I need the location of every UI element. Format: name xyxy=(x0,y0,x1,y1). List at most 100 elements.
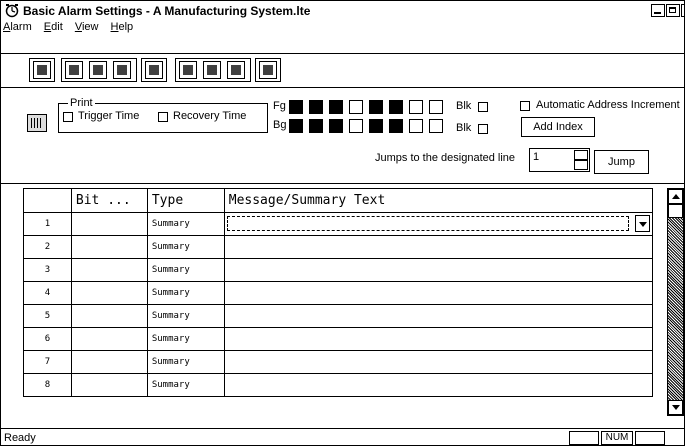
bg-color-swatch[interactable] xyxy=(429,119,443,133)
add-index-button[interactable]: Add Index xyxy=(521,117,595,137)
table-row[interactable]: 5 Summary xyxy=(23,304,654,328)
message-cell[interactable] xyxy=(223,281,654,305)
table-row[interactable]: 4 Summary xyxy=(23,281,654,305)
fg-color-swatch[interactable] xyxy=(409,100,423,114)
toolbar-group-undo xyxy=(141,58,167,82)
fg-blink-label: Blk xyxy=(456,100,472,112)
bit-cell[interactable] xyxy=(70,327,148,351)
fg-color-swatch[interactable] xyxy=(329,100,343,114)
save-icon[interactable] xyxy=(33,61,51,79)
copy-icon[interactable] xyxy=(89,61,107,79)
col-header-message[interactable]: Message/Summary Text xyxy=(223,188,654,213)
bg-color-swatch[interactable] xyxy=(409,119,423,133)
spin-down-button[interactable] xyxy=(574,160,588,170)
fg-color-swatch[interactable] xyxy=(309,100,323,114)
grid-icon[interactable] xyxy=(203,61,221,79)
message-cell[interactable] xyxy=(223,304,654,328)
bg-label: Bg xyxy=(273,119,287,131)
title-bar[interactable]: Basic Alarm Settings - A Manufacturing S… xyxy=(3,3,684,20)
row-number-cell[interactable]: 4 xyxy=(23,281,72,305)
spin-up-button[interactable] xyxy=(574,150,588,160)
keypad-icon[interactable] xyxy=(27,114,47,132)
table-row[interactable]: 3 Summary xyxy=(23,258,654,282)
settings-icon[interactable] xyxy=(227,61,245,79)
close-button[interactable]: ✕ xyxy=(681,4,684,17)
menu-help[interactable]: Help xyxy=(111,21,134,33)
recovery-time-checkbox[interactable] xyxy=(158,112,168,122)
fg-color-swatch[interactable] xyxy=(369,100,383,114)
fg-color-swatch[interactable] xyxy=(289,100,303,114)
message-cell[interactable] xyxy=(223,235,654,259)
toolbar-group-edit xyxy=(175,58,251,82)
bg-color-swatch[interactable] xyxy=(369,119,383,133)
table-row[interactable]: 6 Summary xyxy=(23,327,654,351)
row-number-cell[interactable]: 6 xyxy=(23,327,72,351)
scroll-up-button[interactable] xyxy=(668,189,683,204)
menu-alarm[interactable]: Alarm xyxy=(3,21,32,33)
jump-line-spinner[interactable]: 1 xyxy=(529,148,590,172)
fg-color-swatch[interactable] xyxy=(429,100,443,114)
row-number-cell[interactable]: 5 xyxy=(23,304,72,328)
fg-blink-checkbox[interactable] xyxy=(478,102,488,112)
bit-cell[interactable] xyxy=(70,304,148,328)
type-cell[interactable]: Summary xyxy=(146,350,225,374)
scroll-down-button[interactable] xyxy=(668,400,683,415)
vertical-scrollbar[interactable] xyxy=(667,188,684,416)
row-number-cell[interactable]: 2 xyxy=(23,235,72,259)
type-cell[interactable]: Summary xyxy=(146,281,225,305)
type-cell[interactable]: Summary xyxy=(146,212,225,236)
toolbar-divider xyxy=(1,87,684,88)
message-cell[interactable] xyxy=(223,258,654,282)
type-cell[interactable]: Summary xyxy=(146,373,225,397)
scroll-thumb[interactable] xyxy=(668,204,683,218)
row-number-cell[interactable]: 1 xyxy=(23,212,72,236)
table-row[interactable]: 7 Summary xyxy=(23,350,654,374)
undo-icon[interactable] xyxy=(145,61,163,79)
message-cell[interactable] xyxy=(223,373,654,397)
bg-color-swatch[interactable] xyxy=(329,119,343,133)
bit-cell[interactable] xyxy=(70,235,148,259)
trigger-time-checkbox[interactable] xyxy=(63,112,73,122)
fg-color-swatch[interactable] xyxy=(349,100,363,114)
type-cell[interactable]: Summary xyxy=(146,304,225,328)
bg-color-swatch[interactable] xyxy=(289,119,303,133)
menu-view-rest: iew xyxy=(81,21,99,33)
bg-color-swatch[interactable] xyxy=(309,119,323,133)
type-cell[interactable]: Summary xyxy=(146,258,225,282)
bit-cell[interactable] xyxy=(70,281,148,305)
bit-cell[interactable] xyxy=(70,373,148,397)
type-cell[interactable]: Summary xyxy=(146,235,225,259)
menu-view[interactable]: View xyxy=(75,21,99,33)
message-edit-field[interactable] xyxy=(226,216,629,231)
col-header-row-number[interactable] xyxy=(23,188,72,213)
auto-address-checkbox[interactable] xyxy=(520,101,530,111)
row-number-cell[interactable]: 7 xyxy=(23,350,72,374)
message-cell[interactable] xyxy=(223,350,654,374)
col-header-type[interactable]: Type xyxy=(146,188,225,213)
type-cell[interactable]: Summary xyxy=(146,327,225,351)
row-number-cell[interactable]: 3 xyxy=(23,258,72,282)
bg-color-swatch[interactable] xyxy=(349,119,363,133)
jump-button[interactable]: Jump xyxy=(594,150,649,174)
message-cell[interactable] xyxy=(223,212,654,236)
col-header-bit[interactable]: Bit ... xyxy=(70,188,148,213)
cut-icon[interactable] xyxy=(65,61,83,79)
bit-cell[interactable] xyxy=(70,350,148,374)
message-cell[interactable] xyxy=(223,327,654,351)
bg-color-swatch[interactable] xyxy=(389,119,403,133)
message-dropdown-button[interactable] xyxy=(635,215,650,232)
maximize-button[interactable] xyxy=(666,4,680,17)
minimize-button[interactable] xyxy=(651,4,665,17)
menu-edit[interactable]: Edit xyxy=(44,21,63,33)
bit-cell[interactable] xyxy=(70,212,148,236)
bit-cell[interactable] xyxy=(70,258,148,282)
row-number-cell[interactable]: 8 xyxy=(23,373,72,397)
table-row[interactable]: 2 Summary xyxy=(23,235,654,259)
bg-blink-checkbox[interactable] xyxy=(478,124,488,134)
insert-row-icon[interactable] xyxy=(179,61,197,79)
paste-icon[interactable] xyxy=(113,61,131,79)
table-row[interactable]: 1 Summary xyxy=(23,212,654,236)
fg-color-swatch[interactable] xyxy=(389,100,403,114)
exit-icon[interactable] xyxy=(259,61,277,79)
table-row[interactable]: 8 Summary xyxy=(23,373,654,397)
